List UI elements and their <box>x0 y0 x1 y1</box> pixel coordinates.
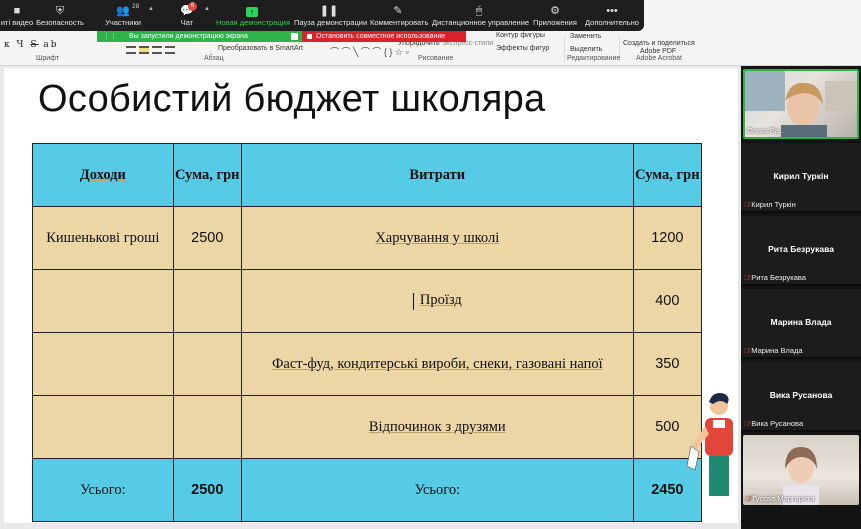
justify-icon[interactable] <box>165 46 175 54</box>
slide-editor-area: Особистий бюджет школяра Доходи Сума, гр… <box>0 66 741 529</box>
zoom-meeting-toolbar: ■ иті видео ⛨ Безопасность 👥 Участники 2… <box>0 0 644 31</box>
total-income-label[interactable]: Усього: <box>32 458 174 522</box>
income-cell[interactable] <box>32 269 174 333</box>
mic-muted-icon: 🎙̸ <box>744 348 750 355</box>
expense-sum-cell[interactable]: 1200 <box>632 206 703 270</box>
align-center-icon[interactable] <box>139 46 149 54</box>
income-sum-cell[interactable] <box>172 269 242 333</box>
chat-caret-icon[interactable]: ▲ <box>204 6 210 12</box>
participant-tile[interactable]: Марина Влада 🎙̸ Марина Влада <box>741 289 861 359</box>
group-editing: Редактирование <box>567 55 621 62</box>
shield-icon: ⛨ <box>55 5 65 17</box>
student-illustration <box>686 393 733 496</box>
apps-icon: ⚙ <box>550 5 560 17</box>
drag-handle-icon[interactable]: ⋮⋮ <box>103 31 117 42</box>
participant-tile[interactable]: Рита Безрукава 🎙̸ Рита Безрукава <box>741 216 861 286</box>
chat-icon: 💬 <box>180 5 194 17</box>
participants-gallery: Ольга Ра... Кирил Туркін 🎙̸ Кирил Туркін … <box>741 66 861 529</box>
group-paragraph: Абзац <box>204 55 224 62</box>
mic-muted-icon: 🎙̸ <box>744 275 750 282</box>
income-cell[interactable] <box>32 332 174 396</box>
ribbon-group-labels: Шрифт Абзац Рисование Редактирование Ado… <box>0 55 861 66</box>
header-expenses: Витрати <box>240 143 634 207</box>
chat-unread-badge: 6 <box>188 2 197 11</box>
group-adobe: Adobe Acrobat <box>636 55 682 62</box>
income-cell[interactable] <box>32 395 174 459</box>
stop-icon <box>307 34 312 39</box>
participant-video-tile[interactable]: 🎙̸ Гусєва Маргарита <box>743 435 859 505</box>
shape-outline-button[interactable]: Контур фигуры <box>496 32 545 39</box>
sharing-status-banner[interactable]: ⋮⋮ Вы запустили демонстрацию экрана <box>97 31 302 42</box>
mic-muted-icon: 🎙̸ <box>744 421 750 428</box>
stop-video-button[interactable]: ■ иті видео <box>0 0 34 31</box>
header-income-sum: Сума, грн <box>172 143 242 207</box>
group-font: Шрифт <box>36 55 60 62</box>
replace-button[interactable]: Заменить <box>570 33 601 40</box>
total-income-sum[interactable]: 2500 <box>172 458 242 522</box>
income-sum-cell[interactable] <box>172 395 242 459</box>
pause-icon: ❚❚ <box>319 5 339 17</box>
header-income: Доходи <box>32 143 174 207</box>
table-total-row: Усього: 2500 Усього: 2450 <box>32 458 703 522</box>
remote-control-button[interactable]: 🖱 Дистанционное управление <box>432 0 529 31</box>
mic-muted-icon: 🎙̸ <box>744 202 750 209</box>
select-button[interactable]: Выделить <box>570 46 602 53</box>
table-row: Відпочинок з друзями 500 <box>32 395 703 459</box>
group-drawing: Рисование <box>418 55 454 62</box>
more-button[interactable]: ••• Дополнительно <box>584 0 640 31</box>
adobe-create-button[interactable]: Создать и поделиться <box>623 40 695 47</box>
participant-video-tile[interactable]: Ольга Ра... <box>743 69 859 139</box>
more-icon: ••• <box>606 5 618 17</box>
pause-share-button[interactable]: ❚❚ Пауза демонстрации <box>294 0 367 31</box>
expense-sum-cell[interactable]: 400 <box>632 269 703 333</box>
expense-cell[interactable]: Проїзд <box>240 269 634 333</box>
income-sum-cell[interactable]: 2500 <box>172 206 242 270</box>
new-share-button[interactable]: ↑ Новая демонстрация <box>216 0 290 31</box>
chat-button[interactable]: 💬 Чат <box>172 0 202 31</box>
table-header-row: Доходи Сума, грн Витрати Сума, грн <box>32 143 703 207</box>
participants-caret-icon[interactable]: ▲ <box>148 6 154 12</box>
pencil-icon: ✎ <box>393 5 403 17</box>
apps-button[interactable]: ⚙ Приложения <box>532 0 578 31</box>
table-row: Фаст-фуд, кондитерські вироби, снеки, га… <box>32 332 703 396</box>
convert-smartart-button[interactable]: Преобразовать в SmartArt <box>218 45 303 52</box>
text-cursor <box>412 292 414 310</box>
expense-cell[interactable]: Відпочинок з друзями <box>240 395 634 459</box>
align-left-icon[interactable] <box>126 46 136 54</box>
shield-icon <box>291 33 298 40</box>
slide-title[interactable]: Особистий бюджет школяра <box>38 78 545 121</box>
table-row: Проїзд 400 <box>32 269 703 333</box>
annotate-button[interactable]: ✎ Комментировать <box>370 0 428 31</box>
table-row: Кишенькові гроші 2500 Харчування у школі… <box>32 206 703 270</box>
security-button[interactable]: ⛨ Безопасность <box>36 0 84 31</box>
shape-effects-button[interactable]: Эффекты фигур <box>496 45 549 52</box>
total-expense-label[interactable]: Усього: <box>240 458 634 522</box>
header-expense-sum: Сума, грн <box>632 143 703 207</box>
income-sum-cell[interactable] <box>172 332 242 396</box>
income-cell[interactable]: Кишенькові гроші <box>32 206 174 270</box>
mouse-icon: 🖱 <box>475 5 483 17</box>
font-format-buttons[interactable]: к Ч S ab <box>4 40 58 50</box>
expense-cell[interactable]: Харчування у школі <box>240 206 634 270</box>
share-screen-icon: ↑ <box>246 7 258 17</box>
expense-sum-cell[interactable]: 350 <box>632 332 703 396</box>
adobe-pdf-label: Adobe PDF <box>640 48 677 55</box>
slide-canvas[interactable]: Особистий бюджет школяра Доходи Сума, гр… <box>4 68 738 523</box>
stop-share-button[interactable]: Остановить совместное использование <box>302 31 466 42</box>
participant-tile[interactable]: Вика Русанова 🎙̸ Вика Русанова <box>741 362 861 432</box>
align-right-icon[interactable] <box>152 46 162 54</box>
video-off-icon: ■ <box>13 5 21 17</box>
participant-tile[interactable]: Кирил Туркін 🎙̸ Кирил Туркін <box>741 143 861 213</box>
mic-muted-icon: 🎙̸ <box>745 496 751 503</box>
participants-count: 28 <box>132 3 140 10</box>
budget-table[interactable]: Доходи Сума, грн Витрати Сума, грн Кишен… <box>32 143 703 522</box>
expense-cell[interactable]: Фаст-фуд, кондитерські вироби, снеки, га… <box>240 332 634 396</box>
